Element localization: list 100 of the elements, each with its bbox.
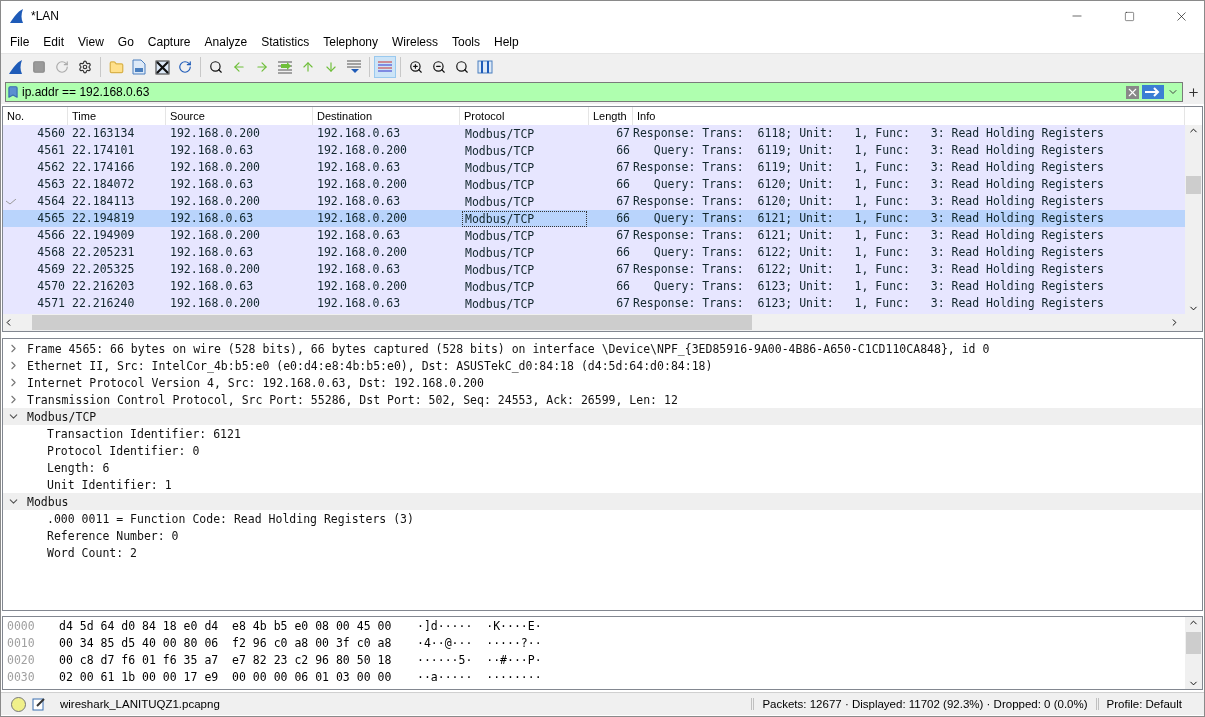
hex-bytes: d4 5d 64 d0 84 18 e0 d4 e8 4b b5 e0 08 00 45 00: [59, 618, 393, 635]
table-cell-text: 192.168.0.63: [316, 227, 402, 244]
table-cell-text: 66: [615, 210, 631, 227]
display-filter-field[interactable]: ip.addr == 192.168.0.63: [5, 82, 1183, 102]
bookmark-icon[interactable]: [6, 85, 20, 99]
stop-icon: [32, 60, 46, 74]
table-cell-text: 66: [615, 278, 631, 295]
packet-row[interactable]: 4560 22.163134 192.168.0.200 192.168.0.63 Modbus/TCP 67 Response: Trans: 6118; Unit: 1, Func: 3: Read Holding Registers: [3, 125, 1185, 142]
packet-row[interactable]: 4571 22.216240 192.168.0.200 192.168.0.63 Modbus/TCP 67 Response: Trans: 6123; Unit: 1, Func: 3: Read Holding Registers: [3, 295, 1185, 312]
add-filter-icon[interactable]: [1187, 85, 1200, 99]
menu-item[interactable]: Capture: [140, 35, 198, 49]
table-cell-text: 22.216240: [71, 295, 136, 312]
table-cell-text: 67: [615, 125, 631, 142]
detail-field[interactable]: Length: 6: [47, 460, 110, 475]
table-cell-text: Modbus/TCP: [464, 228, 536, 244]
detail-item[interactable]: Ethernet II, Src: IntelCor_4b:b5:e0 (e0:d4:e8:4b:b5:e0), Dst: ASUSTekC_d0:84:18 (d4:5d:64:d0:84:18): [27, 358, 713, 373]
detail-item[interactable]: Modbus: [27, 494, 69, 509]
table-cell-text: 192.168.0.200: [169, 227, 261, 244]
packet-row[interactable]: 4561 22.174101 192.168.0.63 192.168.0.200 Modbus/TCP 66 Query: Trans: 6119; Unit: 1, Func: 3: Read Holding Registers: [3, 142, 1185, 159]
table-cell-text: 4560: [36, 125, 66, 142]
zoom-in-icon: [409, 60, 423, 74]
detail-field[interactable]: Reference Number: 0: [47, 528, 179, 543]
menu-item[interactable]: Help: [487, 35, 526, 49]
menu-item[interactable]: Analyze: [197, 35, 255, 49]
vertical-scrollbar[interactable]: [1185, 617, 1202, 689]
detail-item[interactable]: Frame 4565: 66 bytes on wire (528 bits), 66 bytes captured (528 bits) on interface \Device\NPF_{3ED85916-9A00-4B86-A650-C1CD110CA848}, id 0: [27, 341, 990, 356]
table-cell-text: 192.168.0.200: [169, 159, 261, 176]
scroll-thumb[interactable]: [1186, 175, 1201, 194]
scroll-thumb[interactable]: [32, 315, 752, 330]
clear-icon[interactable]: [1126, 85, 1139, 99]
arrow-left-icon: [232, 60, 246, 74]
detail-field[interactable]: Word Count: 2: [47, 545, 137, 560]
packet-row[interactable]: 4563 22.184072 192.168.0.63 192.168.0.200 Modbus/TCP 66 Query: Trans: 6120; Unit: 1, Func: 3: Read Holding Registers: [3, 176, 1185, 193]
menu-item[interactable]: Go: [110, 35, 141, 49]
close-file-icon: [154, 59, 170, 75]
profile-label[interactable]: Profile: Default: [1095, 698, 1190, 710]
ascii-bytes: ······5· ··#···P·: [417, 652, 542, 669]
vertical-scrollbar[interactable]: [1185, 125, 1202, 314]
edit-comment-icon[interactable]: [32, 697, 46, 711]
menu-item[interactable]: Telephony: [316, 35, 385, 49]
packet-row[interactable]: 4569 22.205325 192.168.0.200 192.168.0.63 Modbus/TCP 67 Response: Trans: 6122; Unit: 1, Func: 3: Read Holding Registers: [3, 261, 1185, 278]
table-cell-text: 67: [615, 227, 631, 244]
detail-field[interactable]: Protocol Identifier: 0: [47, 443, 200, 458]
table-cell-text: 66: [615, 244, 631, 261]
menu-item[interactable]: Wireless: [385, 35, 445, 49]
table-cell-text: 22.174166: [71, 159, 136, 176]
table-cell-text: 4568: [36, 244, 66, 261]
packet-row[interactable]: 4562 22.174166 192.168.0.200 192.168.0.63 Modbus/TCP 67 Response: Trans: 6119; Unit: 1, Func: 3: Read Holding Registers: [3, 159, 1185, 176]
packet-row[interactable]: 4570 22.216203 192.168.0.63 192.168.0.200 Modbus/TCP 66 Query: Trans: 6123; Unit: 1, Func: 3: Read Holding Registers: [3, 278, 1185, 295]
table-cell-text: 192.168.0.200: [169, 125, 261, 142]
table-cell-text: 192.168.0.63: [316, 295, 402, 312]
menu-item[interactable]: Tools: [445, 35, 487, 49]
scroll-thumb[interactable]: [1186, 632, 1201, 654]
horizontal-scrollbar[interactable]: [3, 314, 1202, 331]
status-indicator-icon[interactable]: [11, 696, 26, 712]
table-cell-text: 67: [615, 261, 631, 278]
table-cell-text: 192.168.0.63: [316, 125, 402, 142]
table-cell-text: 4564: [36, 193, 66, 210]
table-cell-text: Modbus/TCP: [464, 279, 536, 295]
detail-item[interactable]: Transmission Control Protocol, Src Port: 55286, Dst Port: 502, Seq: 24553, Ack: 26599, Len: 12: [27, 392, 678, 407]
table-cell-text: Query: Trans: 6122; Unit: 1, Func: 3: Read Holding Registers: [652, 244, 1105, 261]
packet-row[interactable]: 4564 22.184113 192.168.0.200 192.168.0.63 Modbus/TCP 67 Response: Trans: 6120; Unit: 1, Func: 3: Read Holding Registers: [3, 193, 1185, 210]
table-cell-text: 67: [615, 159, 631, 176]
maximize-icon: [1123, 10, 1135, 22]
packet-row[interactable]: 4568 22.205231 192.168.0.63 192.168.0.200 Modbus/TCP 66 Query: Trans: 6122; Unit: 1, Func: 3: Read Holding Registers: [3, 244, 1185, 261]
detail-item[interactable]: Modbus/TCP: [27, 409, 97, 424]
table-cell-text: 22.194819: [71, 210, 136, 227]
ascii-bytes: ·]d····· ·K····E·: [417, 618, 542, 635]
menu-item[interactable]: Edit: [36, 35, 72, 49]
table-cell-text: 22.205325: [71, 261, 136, 278]
byte-offset: 0010: [6, 635, 36, 652]
packet-row[interactable]: 4565 22.194819 192.168.0.63 192.168.0.200 Modbus/TCP 66 Query: Trans: 6121; Unit: 1, Func: 3: Read Holding Registers: [3, 210, 1185, 227]
detail-field[interactable]: .000 0011 = Function Code: Read Holding Registers (3): [47, 511, 414, 526]
table-cell: Modbus/TCP: [462, 211, 587, 227]
packet-row[interactable]: 4566 22.194909 192.168.0.200 192.168.0.63 Modbus/TCP 67 Response: Trans: 6121; Unit: 1, Func: 3: Read Holding Registers: [3, 227, 1185, 244]
table-cell-text: 4565: [36, 210, 66, 227]
resize-columns-icon: [477, 60, 493, 74]
packet-counts: Packets: 12677 · Displayed: 11702 (92.3%) · Dropped: 0 (0.0%): [751, 698, 1096, 710]
detail-field[interactable]: Transaction Identifier: 6121: [47, 426, 241, 441]
detail-item[interactable]: Internet Protocol Version 4, Src: 192.168.0.63, Dst: 192.168.0.200: [27, 375, 484, 390]
table-cell-text: Response: Trans: 6122; Unit: 1, Func: 3: Read Holding Registers: [633, 261, 1105, 278]
table-cell-text: 66: [615, 142, 631, 159]
table-cell-text: 22.174101: [71, 142, 136, 159]
menu-item[interactable]: File: [3, 35, 37, 49]
menu-item[interactable]: Statistics: [254, 35, 317, 49]
table-cell-text: 22.163134: [71, 125, 136, 142]
table-cell-text: 4562: [36, 159, 66, 176]
detail-field[interactable]: Unit Identifier: 1: [47, 477, 172, 492]
menu-item[interactable]: View: [71, 35, 111, 49]
hex-bytes: 00 c8 d7 f6 01 f6 35 a7 e7 82 23 c2 96 80 50 18: [59, 652, 393, 669]
table-cell-text: 4563: [36, 176, 66, 193]
ascii-bytes: ·4··@··· ·····?··: [417, 635, 542, 652]
table-cell-text: Query: Trans: 6120; Unit: 1, Func: 3: Read Holding Registers: [652, 176, 1105, 193]
table-cell-text: Modbus/TCP: [464, 143, 536, 159]
table-cell-text: Response: Trans: 6120; Unit: 1, Func: 3: Read Holding Registers: [633, 193, 1105, 210]
table-cell-text: 192.168.0.63: [316, 159, 402, 176]
byte-offset: 0000: [6, 618, 36, 635]
table-cell-text: 192.168.0.200: [316, 244, 408, 261]
table-cell-text: Modbus/TCP: [464, 296, 536, 312]
table-cell-text: 192.168.0.63: [316, 261, 402, 278]
